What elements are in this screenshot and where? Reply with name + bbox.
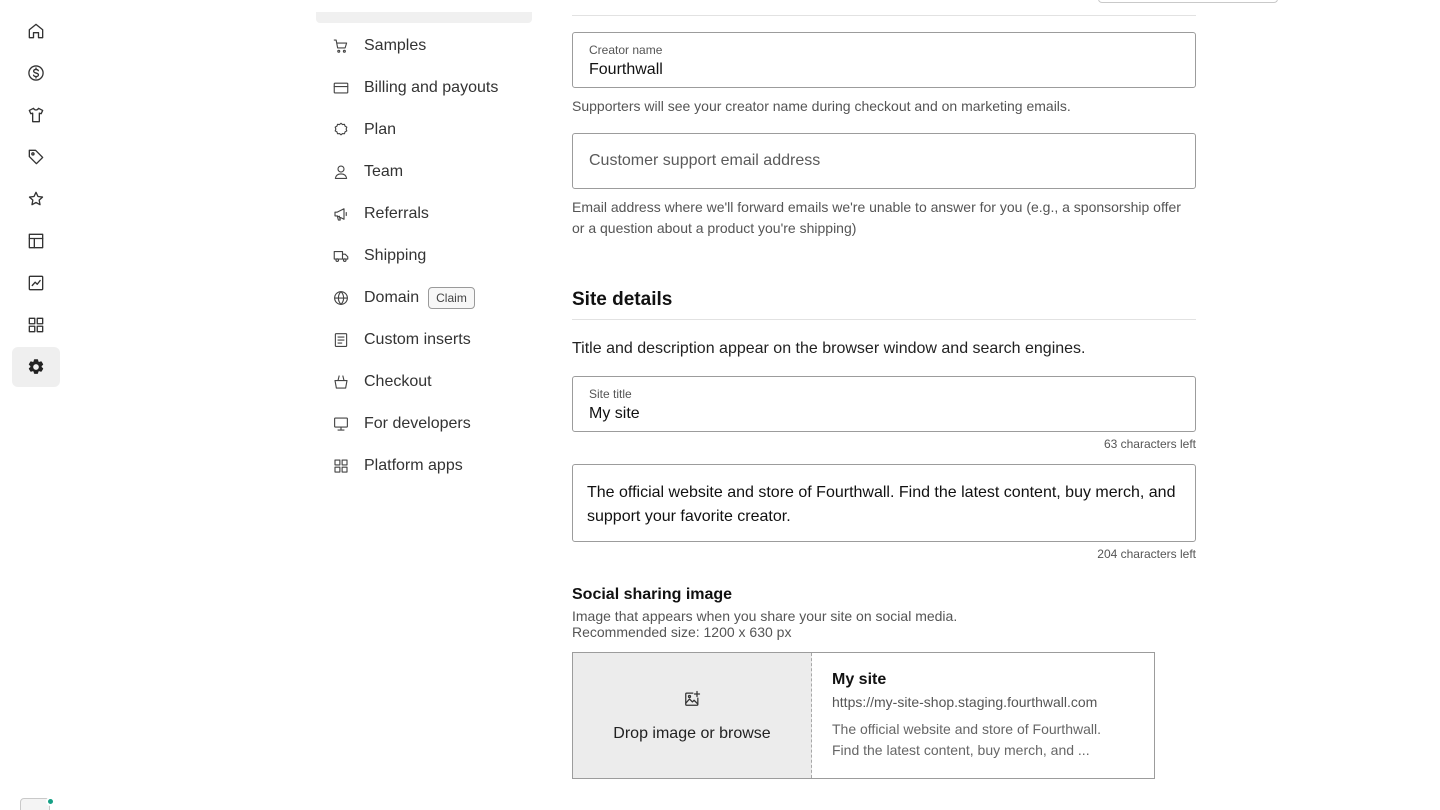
nav-item-referrals[interactable]: Referrals [316, 193, 532, 235]
cart-icon [333, 39, 348, 53]
site-details-divider [572, 319, 1196, 320]
tshirt-icon [28, 107, 44, 123]
share-preview: My site https://my-site-shop.staging.fou… [812, 653, 1154, 778]
site-title-char-count: 63 characters left [1103, 437, 1196, 451]
nav-item-label: Samples [364, 37, 427, 54]
analytics-icon [28, 275, 44, 291]
settings-icon [28, 359, 44, 374]
nav-item-label: For developers [364, 415, 471, 432]
grid-icon [334, 459, 348, 473]
rail-promotions-button[interactable] [12, 137, 60, 177]
social-image-card: Drop image or browse My site https://my-… [572, 652, 1155, 779]
creator-name-field[interactable]: Creator name Fourthwall [572, 32, 1196, 88]
site-description-textarea[interactable]: The official website and store of Fourth… [587, 481, 1181, 537]
rail-apps-button[interactable] [12, 305, 60, 345]
nav-item-label: Domain [364, 289, 420, 306]
rail-products-button[interactable] [12, 95, 60, 135]
rail-settings-button[interactable] [12, 347, 60, 387]
nav-selected-item-edge [316, 12, 532, 23]
creator-name-value: Fourthwall [589, 61, 663, 78]
social-image-title: Social sharing image [572, 586, 733, 603]
nav-item-label: Platform apps [364, 457, 463, 474]
icon-rail [0, 0, 72, 810]
monitor-icon [334, 417, 348, 431]
top-control-edge[interactable] [1098, 0, 1278, 3]
site-details-title: Site details [572, 289, 673, 310]
nav-item-shipping[interactable]: Shipping [316, 235, 532, 277]
creator-name-label: Creator name [589, 43, 663, 57]
nav-item-samples[interactable]: Samples [316, 25, 532, 67]
site-description-field[interactable]: The official website and store of Fourth… [572, 464, 1196, 542]
social-image-description: Image that appears when you share your s… [572, 608, 958, 624]
image-dropzone[interactable]: Drop image or browse [573, 653, 812, 778]
nav-item-label: Checkout [364, 373, 432, 390]
document-icon [334, 333, 348, 347]
social-image-recommended-size: Recommended size: 1200 x 630 px [572, 624, 792, 640]
nav-item-label: Team [364, 163, 404, 180]
preview-title: My site [832, 671, 887, 688]
creator-name-help: Supporters will see your creator name du… [572, 98, 1071, 114]
rail-analytics-button[interactable] [12, 263, 60, 303]
settings-nav: Samples Billing and payouts Plan Team Re… [316, 25, 532, 487]
claim-badge[interactable]: Claim [428, 287, 475, 309]
support-email-input[interactable] [589, 134, 1179, 188]
site-title-value: My site [589, 405, 640, 422]
preview-url: https://my-site-shop.staging.fourthwall.… [832, 694, 1098, 710]
nav-item-developers[interactable]: For developers [316, 403, 532, 445]
nav-item-label: Billing and payouts [364, 79, 499, 96]
globe-icon [334, 291, 348, 305]
nav-item-plan[interactable]: Plan [316, 109, 532, 151]
dollar-icon [28, 65, 44, 81]
preview-description: The official website and store of Fourth… [832, 721, 1101, 758]
apps-icon [28, 317, 44, 333]
rail-home-button[interactable] [12, 11, 60, 51]
site-title-label: Site title [589, 387, 632, 401]
dropzone-label: Drop image or browse [613, 724, 771, 742]
megaphone-icon [334, 208, 347, 221]
truck-icon [333, 250, 349, 262]
nav-item-custom-inserts[interactable]: Custom inserts [316, 319, 532, 361]
add-image-icon [685, 690, 701, 706]
site-title-field[interactable]: Site title My site [572, 376, 1196, 432]
nav-item-checkout[interactable]: Checkout [316, 361, 532, 403]
home-icon [28, 23, 44, 39]
nav-item-label: Shipping [364, 247, 427, 264]
tag-icon [28, 149, 44, 165]
support-email-help: Email address where we'll forward emails… [572, 199, 1181, 236]
rail-finance-button[interactable] [12, 53, 60, 93]
layout-icon [28, 233, 44, 249]
online-status-dot [46, 797, 55, 806]
nav-item-billing[interactable]: Billing and payouts [316, 67, 532, 109]
nav-item-label: Custom inserts [364, 331, 471, 348]
nav-item-domain[interactable]: Domain Claim [316, 277, 532, 319]
nav-item-team[interactable]: Team [316, 151, 532, 193]
basket-icon [334, 375, 348, 389]
nav-item-platform-apps[interactable]: Platform apps [316, 445, 532, 487]
user-icon [334, 165, 348, 179]
badge-icon [334, 122, 348, 136]
site-details-description: Title and description appear on the brow… [572, 340, 1086, 357]
rail-memberships-button[interactable] [12, 179, 60, 219]
rail-site-design-button[interactable] [12, 221, 60, 261]
nav-item-label: Referrals [364, 205, 429, 222]
section-divider-top [572, 15, 1196, 16]
site-description-char-count: 204 characters left [1097, 547, 1196, 561]
credit-card-icon [333, 82, 349, 94]
nav-item-label: Plan [364, 121, 397, 138]
star-icon [28, 191, 44, 206]
support-email-field[interactable] [572, 133, 1196, 189]
